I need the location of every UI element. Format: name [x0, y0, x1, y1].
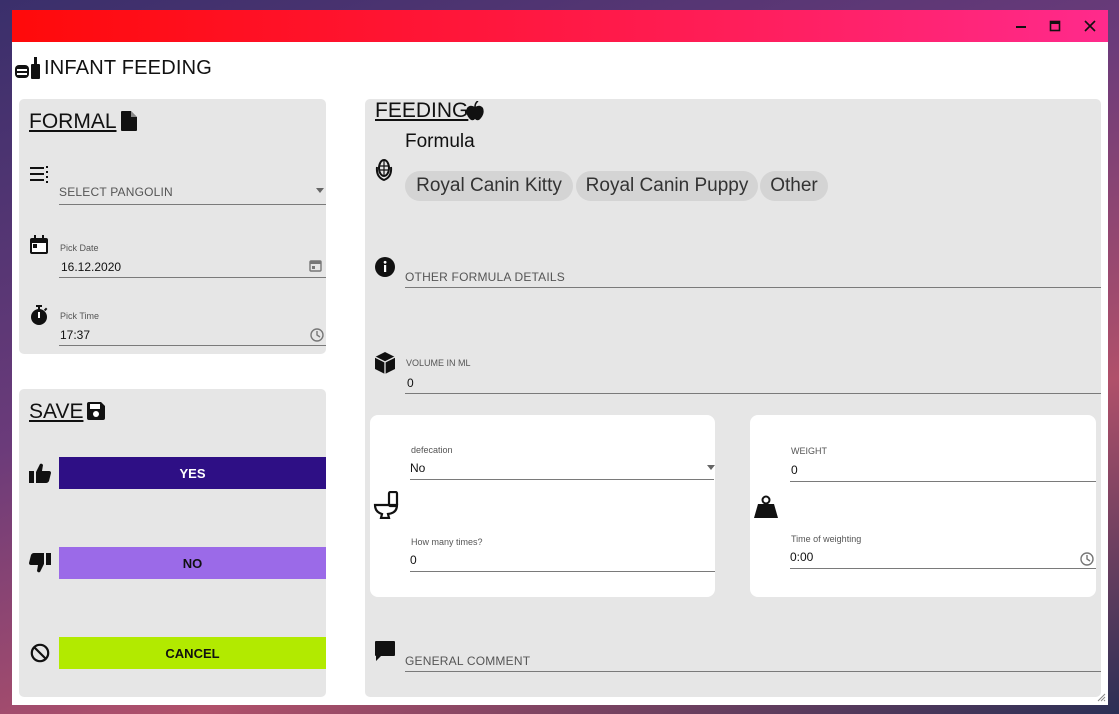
formula-chip-other[interactable]: Other [760, 171, 828, 201]
thumbs-up-icon [28, 462, 52, 484]
apple-icon [465, 100, 485, 122]
formal-panel: FORMAL SELECT PANGOLIN Pick Date 16.12.2… [19, 99, 326, 354]
formula-chip-royal-canin-kitty[interactable]: Royal Canin Kitty [405, 171, 573, 201]
floppy-disk-icon [86, 401, 106, 421]
clock-icon[interactable] [1079, 551, 1094, 566]
maximize-icon [1049, 20, 1061, 32]
close-icon [1084, 20, 1096, 32]
defecation-value: No [410, 461, 426, 475]
feeding-title: FEEDING [375, 99, 469, 122]
pangolin-select-placeholder: SELECT PANGOLIN [59, 185, 173, 199]
weight-input[interactable]: WEIGHT 0 [790, 439, 1096, 482]
cube-icon [374, 352, 396, 374]
calendar-icon [29, 235, 49, 255]
weighting-time-value: 0:00 [790, 550, 814, 564]
maximize-button[interactable] [1044, 16, 1066, 36]
resize-grip-icon[interactable] [1096, 692, 1106, 702]
weighting-time-label: Time of weighting [791, 534, 862, 544]
weight-value: 0 [791, 463, 798, 477]
volume-label: VOLUME IN ML [406, 358, 471, 368]
general-comment-placeholder: GENERAL COMMENT [405, 654, 531, 668]
thumbs-down-icon [28, 552, 52, 574]
date-value: 16.12.2020 [61, 260, 122, 274]
comment-icon [374, 640, 396, 662]
formula-chip-royal-canin-puppy[interactable]: Royal Canin Puppy [576, 171, 758, 201]
corn-icon [373, 158, 395, 182]
feeding-panel: FEEDING Formula Royal Canin Kitty Royal … [365, 99, 1101, 697]
save-title: SAVE [29, 400, 84, 423]
toilet-icon [373, 491, 399, 519]
defecation-times-value: 0 [410, 553, 417, 567]
dropdown-arrow-icon [706, 462, 716, 472]
time-label: Pick Time [60, 311, 100, 321]
app-title: INFANT FEEDING [44, 57, 213, 79]
formal-title: FORMAL [29, 110, 117, 133]
date-label: Pick Date [60, 243, 99, 253]
time-picker[interactable]: Pick Time 17:37 [59, 299, 326, 346]
close-button[interactable] [1079, 16, 1101, 36]
clock-icon[interactable] [309, 327, 324, 342]
defecation-times-input[interactable]: How many times? 0 [410, 530, 715, 572]
other-formula-details-placeholder: OTHER FORMULA DETAILS [405, 270, 566, 284]
info-icon [374, 256, 396, 278]
volume-value: 0 [407, 376, 414, 390]
baby-bottle-icon [14, 56, 42, 80]
date-picker[interactable]: Pick Date 16.12.2020 [59, 231, 326, 278]
other-formula-details-input[interactable]: OTHER FORMULA DETAILS [405, 259, 1101, 289]
weight-card: WEIGHT 0 Time of weighting 0:00 [750, 415, 1096, 597]
save-panel: SAVE YES NO CANCEL [19, 389, 326, 697]
minimize-button[interactable] [1010, 16, 1032, 36]
time-value: 17:37 [60, 328, 91, 342]
pangolin-select[interactable]: SELECT PANGOLIN [59, 169, 326, 205]
document-icon [120, 110, 138, 132]
defecation-card: defecation No How many times? 0 [370, 415, 715, 597]
defecation-label: defecation [411, 445, 453, 455]
app-header: INFANT FEEDING [12, 42, 1108, 97]
calendar-small-icon[interactable] [308, 258, 322, 272]
weighting-time-picker[interactable]: Time of weighting 0:00 [790, 527, 1096, 569]
defecation-times-label: How many times? [411, 537, 483, 547]
minimize-icon [1016, 26, 1026, 28]
ban-icon [29, 642, 51, 664]
dropdown-arrow-icon [315, 185, 325, 195]
volume-input[interactable]: VOLUME IN ML 0 [405, 349, 1101, 395]
no-button[interactable]: NO [59, 547, 326, 579]
app-window: INFANT FEEDING FORMAL SELECT PANGOLIN Pi… [12, 10, 1108, 705]
weight-label: WEIGHT [791, 446, 827, 456]
list-icon [29, 165, 51, 185]
formula-label: Formula [405, 131, 475, 152]
defecation-select[interactable]: defecation No [410, 437, 715, 481]
cancel-button[interactable]: CANCEL [59, 637, 326, 669]
yes-button[interactable]: YES [59, 457, 326, 489]
stopwatch-icon [29, 304, 49, 326]
window-titlebar[interactable] [12, 10, 1108, 42]
weight-icon [753, 495, 779, 519]
general-comment-input[interactable]: GENERAL COMMENT [405, 644, 1101, 673]
